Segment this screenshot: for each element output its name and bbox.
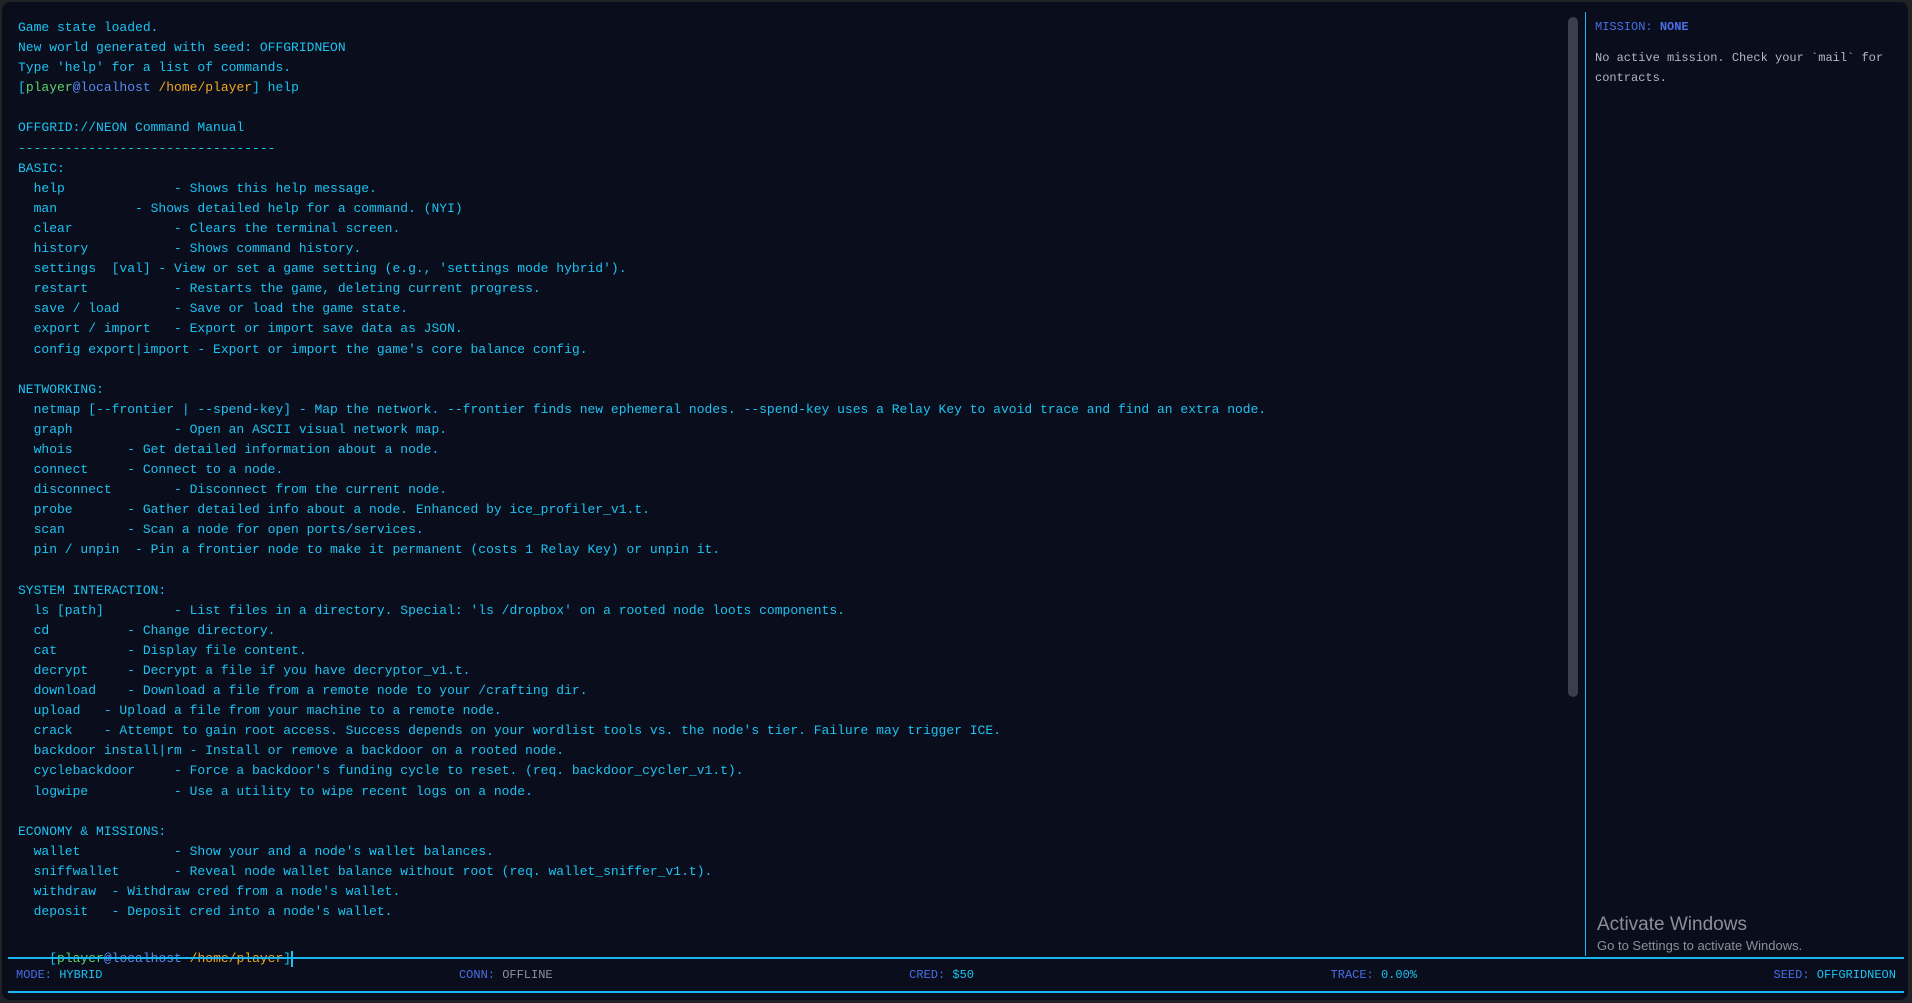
game-window: Game state loaded. New world generated wi… [2,2,1908,1000]
terminal-line: logwipe - Use a utility to wipe recent l… [18,783,533,799]
terminal-line: --------------------------------- [18,140,276,156]
terminal-line: cd - Change directory. [18,622,276,638]
status-cred-label: CRED: [909,968,953,982]
terminal-scrollbar[interactable] [1568,17,1578,697]
terminal-line: man - Shows detailed help for a command.… [18,200,463,216]
prompt-user: player [25,80,73,96]
terminal-line: SYSTEM INTERACTION: [18,582,167,598]
terminal-line: NETWORKING: [18,381,104,397]
terminal-line: cyclebackdoor - Force a backdoor's fundi… [18,763,744,779]
mission-value: NONE [1659,20,1689,34]
mission-title: MISSION: NONE [1595,20,1689,34]
status-trace: TRACE: 0.00% [1331,968,1417,982]
status-trace-value: 0.00% [1380,968,1417,982]
terminal-line: history - Shows command history. [18,241,362,257]
status-seed-label: SEED: [1773,968,1817,982]
terminal-line: wallet - Show your and a node's wallet b… [18,843,494,859]
status-bar: MODE: HYBRID CONN: OFFLINE CRED: $50 TRA… [8,957,1904,993]
prompt-history-command: help [259,80,299,96]
status-cred: CRED: $50 [909,968,974,982]
status-conn: CONN: OFFLINE [459,968,553,982]
terminal-line: BASIC: [18,160,65,176]
terminal-line: sniffwallet - Reveal node wallet balance… [18,863,713,879]
windows-activation-watermark: Activate Windows Go to Settings to activ… [1597,914,1802,953]
status-cred-value: $50 [952,968,974,982]
terminal-line: download - Download a file from a remote… [18,683,588,699]
prompt-path: /home/player [150,80,253,96]
terminal-line: connect - Connect to a node. [18,462,284,478]
terminal-line: cat - Display file content. [18,642,307,658]
watermark-title: Activate Windows [1597,914,1747,935]
terminal-line: Type 'help' for a list of commands. [18,60,292,76]
status-seed-value: OFFGRIDNEON [1816,968,1896,982]
terminal-line: crack - Attempt to gain root access. Suc… [18,723,1001,739]
terminal-line: New world generated with seed: OFFGRIDNE… [18,40,346,56]
terminal-line: Game state loaded. [18,20,159,35]
terminal-line: deposit - Deposit cred into a node's wal… [18,904,393,920]
terminal-line: netmap [--frontier | --spend-key] - Map … [18,401,1267,417]
terminal-line: save / load - Save or load the game stat… [18,301,409,317]
status-conn-label: CONN: [458,968,503,982]
terminal-line: disconnect - Disconnect from the current… [18,482,448,498]
terminal-line: export / import - Export or import save … [18,321,463,337]
terminal-line: withdraw - Withdraw cred from a node's w… [18,884,401,900]
terminal-line: config export|import - Export or import … [18,341,588,357]
terminal-line: scan - Scan a node for open ports/servic… [18,522,424,538]
mission-panel: MISSION: NONE No active mission. Check y… [1585,12,1906,956]
status-trace-label: TRACE: [1330,968,1381,982]
terminal-line: probe - Gather detailed info about a nod… [18,502,650,518]
status-mode-label: MODE: [16,968,60,982]
terminal-line: ECONOMY & MISSIONS: [18,823,167,839]
mission-description: No active mission. Check your `mail` for… [1595,51,1884,85]
terminal-line: decrypt - Decrypt a file if you have dec… [18,663,471,678]
prompt-open: [ [18,80,26,96]
terminal-line: graph - Open an ASCII visual network map… [18,421,448,437]
status-conn-value: OFFLINE [502,968,553,982]
status-seed: SEED: OFFGRIDNEON [1774,968,1896,982]
command-prompt[interactable]: [player@localhost /home/player] [18,929,294,967]
history-prompt-line: [player@localhost /home/player] help [18,78,1563,98]
status-mode: MODE: HYBRID [16,968,102,982]
mission-label: MISSION: [1595,20,1660,34]
terminal-line: ls [path] - List files in a directory. S… [18,602,845,618]
prompt-host: @localhost [72,80,151,96]
status-mode-value: HYBRID [59,968,103,982]
prompt-close: ] [252,80,260,96]
terminal-line: pin / unpin - Pin a frontier node to mak… [18,542,721,558]
watermark-subtitle: Go to Settings to activate Windows. [1597,938,1803,953]
terminal-line: whois - Get detailed information about a… [18,441,440,457]
terminal-line: upload - Upload a file from your machine… [18,703,502,719]
terminal-line: backdoor install|rm - Install or remove … [18,743,565,759]
terminal-line: settings [val] - View or set a game sett… [18,261,627,277]
terminal-line: restart - Restarts the game, deleting cu… [18,281,541,297]
terminal-output: Game state loaded. New world generated wi… [18,18,1563,922]
terminal-line: clear - Clears the terminal screen. [18,220,401,236]
terminal-line: help - Shows this help message. [18,180,377,196]
terminal-line: OFFGRID://NEON Command Manual [18,120,245,136]
